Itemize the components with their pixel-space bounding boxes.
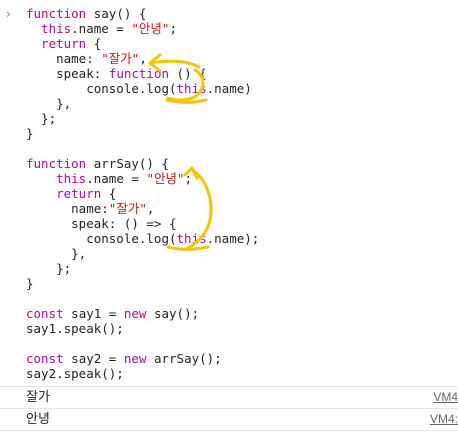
- code-keyword: new: [123, 351, 147, 366]
- code-line: },: [26, 96, 458, 111]
- code-line: name: "잘가",: [26, 51, 458, 66]
- code-text: say1.speak();: [26, 321, 124, 336]
- code-text: say() {: [86, 6, 147, 21]
- log-source-link[interactable]: VM4: [433, 389, 458, 405]
- code-text: .name);: [206, 231, 260, 246]
- log-source-link[interactable]: VM4:: [430, 411, 458, 427]
- code-text: say();: [146, 306, 200, 321]
- code-keyword: this: [26, 171, 87, 186]
- code-keyword: function: [26, 156, 87, 171]
- code-text: say2.speak();: [26, 366, 124, 381]
- code-text: }: [26, 126, 34, 141]
- code-keyword: this: [26, 21, 72, 36]
- code-line: return {: [26, 186, 458, 201]
- code-line: say1.speak();: [26, 321, 458, 336]
- code-text: },: [26, 96, 72, 111]
- log-row: 안녕 VM4:: [0, 409, 458, 429]
- log-message: 잘가: [26, 389, 50, 404]
- code-line: console.log(this.name): [26, 81, 458, 96]
- code-text: arrSay() {: [86, 156, 170, 171]
- code-text: console.log(: [26, 231, 177, 246]
- console-prompt-icon: ›: [6, 7, 11, 21]
- log-message: 안녕: [26, 411, 50, 426]
- code-text: .name =: [71, 21, 132, 36]
- code-keyword: this: [176, 81, 207, 96]
- code-line: speak: function () {: [26, 66, 458, 81]
- code-text: ;: [184, 171, 193, 186]
- code-line: console.log(this.name);: [26, 231, 458, 246]
- code-line: };: [26, 111, 458, 126]
- code-line: const say2 = new arrSay();: [26, 351, 458, 366]
- code-line: }: [26, 276, 458, 291]
- code-text: console.log(: [26, 81, 177, 96]
- code-text: speak:: [26, 66, 109, 81]
- code-line: };: [26, 261, 458, 276]
- code-line: const say1 = new say();: [26, 306, 458, 321]
- code-text: say2 =: [63, 351, 124, 366]
- code-text: arrSay();: [146, 351, 222, 366]
- code-line: function say() {: [26, 6, 458, 21]
- code-line: this.name = "안녕";: [26, 21, 458, 36]
- code-keyword: function: [26, 6, 87, 21]
- code-line: }: [26, 126, 458, 141]
- code-text: speak: () => {: [26, 216, 177, 231]
- code-line: say2.speak();: [26, 366, 458, 381]
- code-keyword: this: [176, 231, 207, 246]
- code-line: function arrSay() {: [26, 156, 458, 171]
- code-text: .name =: [86, 171, 147, 186]
- code-line: return {: [26, 36, 458, 51]
- code-line: name:"잘가",: [26, 201, 458, 216]
- code-keyword: return: [26, 186, 102, 201]
- code-text: }: [26, 276, 34, 291]
- console-code-input[interactable]: function say() { this.name = "안녕"; retur…: [26, 6, 458, 386]
- code-string: "잘가": [108, 201, 147, 216]
- code-text: .name): [206, 81, 252, 96]
- code-text: name:: [26, 51, 102, 66]
- code-keyword: new: [123, 306, 147, 321]
- code-string: "안녕": [146, 171, 185, 186]
- log-row: 잘가 VM4: [0, 387, 458, 407]
- code-line: speak: () => {: [26, 216, 458, 231]
- code-keyword: return: [26, 36, 87, 51]
- code-keyword: const: [26, 351, 64, 366]
- code-line: },: [26, 246, 458, 261]
- code-text: () {: [169, 66, 207, 81]
- devtools-console: › function say() { this.name = "안녕"; ret…: [0, 0, 458, 439]
- code-text: ,: [146, 201, 155, 216]
- code-string: "안녕": [131, 21, 170, 36]
- code-text: };: [26, 261, 72, 276]
- code-text: name:: [26, 201, 109, 216]
- log-divider: [0, 430, 458, 431]
- code-line: this.name = "안녕";: [26, 171, 458, 186]
- code-text: say1 =: [63, 306, 124, 321]
- code-string: "잘가": [101, 51, 140, 66]
- code-text: },: [26, 246, 87, 261]
- code-keyword: function: [108, 66, 170, 81]
- code-keyword: const: [26, 306, 64, 321]
- code-text: ;: [169, 21, 177, 36]
- code-text: {: [86, 36, 102, 51]
- code-text: ,: [139, 51, 147, 66]
- code-text: };: [26, 111, 57, 126]
- code-text: {: [101, 186, 117, 201]
